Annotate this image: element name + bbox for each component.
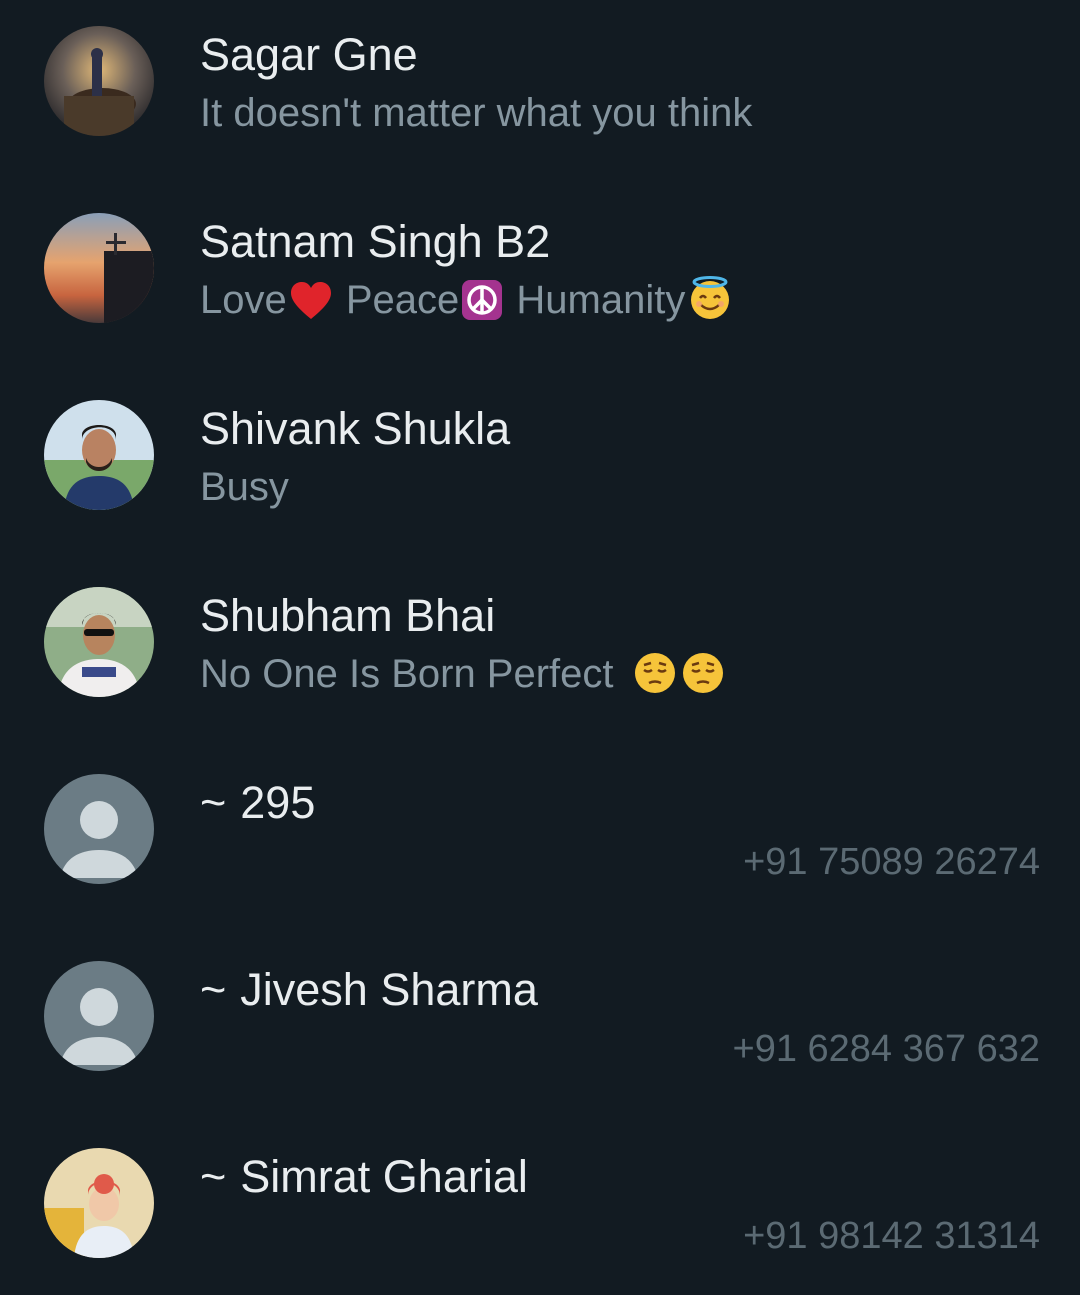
contact-row-shubham-bhai[interactable]: Shubham Bhai No One Is Born Perfect	[0, 561, 1080, 748]
contact-status: It doesn't matter what you think	[200, 91, 753, 135]
contact-list: Sagar Gne It doesn't matter what you thi…	[0, 0, 1080, 1295]
contact-row-simrat-gharial[interactable]: ~ Simrat Gharial +91 98142 31314	[0, 1122, 1080, 1295]
contact-name: ~ Jivesh Sharma	[200, 963, 538, 1017]
status-word-peace: Peace	[345, 278, 460, 322]
default-person-avatar-icon	[44, 774, 154, 884]
pensive-face-icon	[634, 653, 675, 693]
smiling-halo-icon	[691, 276, 730, 319]
contact-status: Busy	[200, 465, 289, 509]
status-word-love: Love	[200, 278, 287, 322]
contact-avatar[interactable]	[44, 1148, 154, 1258]
contact-row-295[interactable]: ~295 +91 75089 26274	[0, 748, 1080, 935]
contact-phone-number: +91 75089 26274	[743, 841, 1040, 883]
photo-avatar-icon	[44, 400, 154, 510]
red-heart-icon	[290, 282, 331, 319]
contact-phone-number: +91 6284 367 632	[732, 1028, 1040, 1070]
contact-name: Shubham Bhai	[200, 590, 496, 641]
contact-name-text: Jivesh Sharma	[240, 964, 538, 1015]
default-person-avatar-icon	[44, 961, 154, 1071]
contact-avatar[interactable]	[44, 774, 154, 884]
contact-avatar[interactable]	[44, 587, 154, 697]
status-text: No One Is Born Perfect	[200, 652, 614, 696]
contact-status: No One Is Born Perfect	[200, 649, 727, 699]
contact-row-sagar-gne[interactable]: Sagar Gne It doesn't matter what you thi…	[0, 0, 1080, 187]
contact-name-text: Simrat Gharial	[240, 1151, 528, 1202]
unsaved-contact-prefix: ~	[200, 964, 227, 1015]
contact-name: ~295	[200, 776, 315, 830]
photo-avatar-icon	[44, 213, 154, 323]
unsaved-contact-prefix: ~	[200, 777, 227, 828]
status-word-humanity: Humanity	[516, 278, 686, 322]
contact-name-text: 295	[240, 777, 316, 828]
contact-row-shivank-shukla[interactable]: Shivank Shukla Busy	[0, 374, 1080, 561]
contact-phone-number: +91 98142 31314	[743, 1215, 1040, 1257]
contact-name: Shivank Shukla	[200, 403, 511, 454]
contact-name: ~ Simrat Gharial	[200, 1150, 528, 1204]
photo-avatar-icon	[44, 26, 154, 136]
contact-row-jivesh-sharma[interactable]: ~ Jivesh Sharma +91 6284 367 632	[0, 935, 1080, 1122]
contact-avatar[interactable]	[44, 26, 154, 136]
pensive-face-icon	[682, 653, 723, 693]
unsaved-contact-prefix: ~	[200, 1151, 227, 1202]
contact-row-satnam-singh-b2[interactable]: Satnam Singh B2 Love Peace Humanity	[0, 187, 1080, 374]
peace-symbol-icon	[462, 280, 503, 320]
photo-avatar-icon	[44, 1148, 154, 1258]
photo-avatar-icon	[44, 587, 154, 697]
contact-name: Satnam Singh B2	[200, 216, 551, 267]
contact-avatar[interactable]	[44, 213, 154, 323]
contact-avatar[interactable]	[44, 961, 154, 1071]
contact-status: Love Peace Humanity	[200, 275, 735, 325]
contact-avatar[interactable]	[44, 400, 154, 510]
contact-name: Sagar Gne	[200, 29, 418, 80]
